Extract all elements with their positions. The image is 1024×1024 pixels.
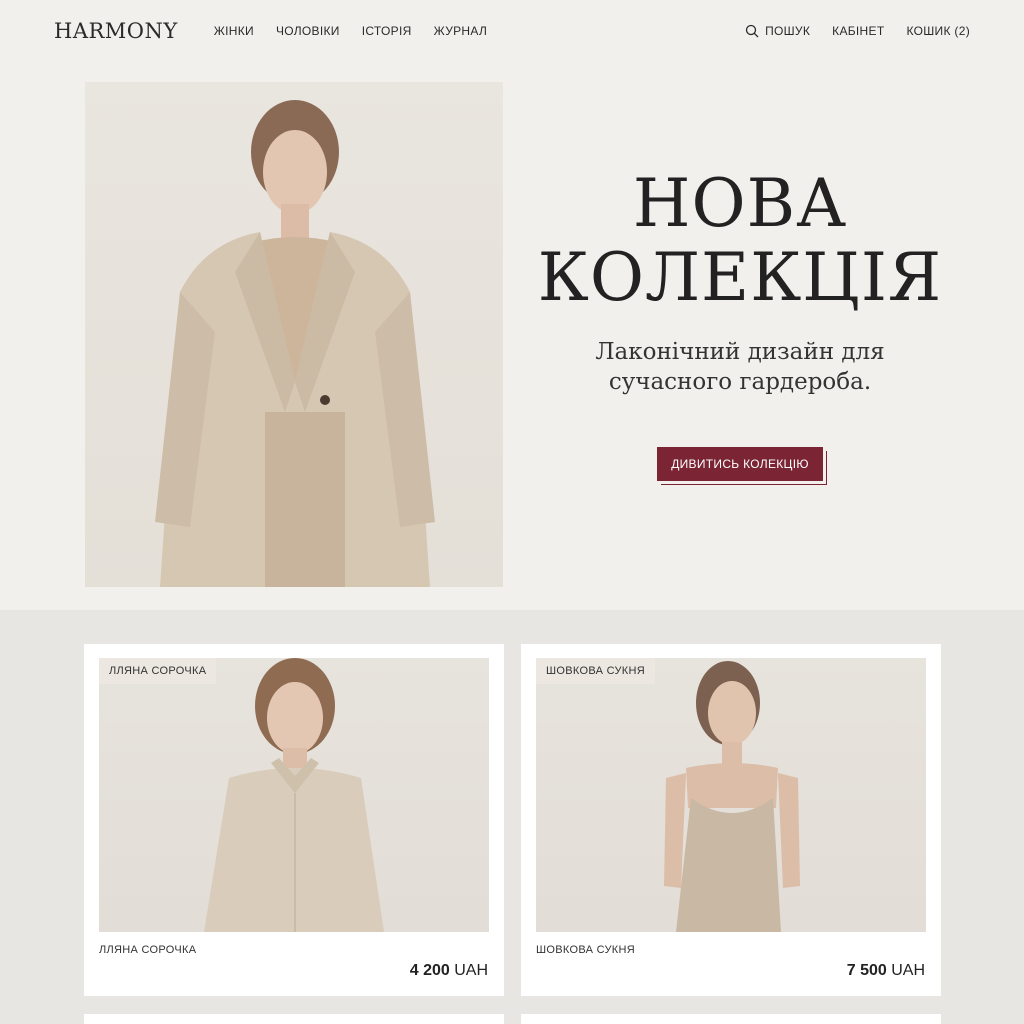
cart-label: КОШИК [906,24,951,38]
product-image[interactable]: ШОВКОВА СУКНЯ [536,658,926,932]
hero-section: НОВА КОЛЕКЦІЯ Лаконічний дизайн для суча… [0,62,1024,610]
nav-item-journal[interactable]: ЖУРНАЛ [434,24,488,38]
price-currency: UAH [891,962,925,979]
site-header: HARMONY ЖІНКИ ЧОЛОВІКИ ІСТОРІЯ ЖУРНАЛ ПО… [0,0,1024,62]
hero-image [85,82,503,587]
brand-logo[interactable]: HARMONY [54,19,178,43]
price-value: 7 500 [846,962,887,979]
view-collection-button[interactable]: ДИВИТИСЬ КОЛЕКЦІЮ [657,447,823,481]
model-in-linen-shirt-icon [204,658,384,932]
hero-subtitle: Лаконічний дизайн для сучасного гардероб… [595,339,885,395]
product-name[interactable]: ШОВКОВА СУКНЯ [536,944,635,956]
nav-item-men[interactable]: ЧОЛОВІКИ [276,24,340,38]
hero-text-block: НОВА КОЛЕКЦІЯ Лаконічний дизайн для суча… [530,167,950,481]
product-card-partial [521,1014,941,1024]
model-in-silk-dress-icon [664,661,800,932]
price-currency: UAH [454,962,488,979]
product-badge: ШОВКОВА СУКНЯ [536,658,655,684]
product-price: 4 200 UAH [410,962,488,980]
cart-count: (2) [954,24,970,38]
products-section: ЛЛЯНА СОРОЧКА ЛЛЯНА СОРОЧКА 4 200 UAH ШО… [0,610,1024,1024]
product-price: 7 500 UAH [847,962,925,980]
product-card[interactable]: ЛЛЯНА СОРОЧКА ЛЛЯНА СОРОЧКА 4 200 UAH [84,644,504,996]
search-icon [745,24,759,38]
cart-link[interactable]: КОШИК (2) [906,24,970,38]
search-link[interactable]: ПОШУК [745,24,810,38]
nav-item-women[interactable]: ЖІНКИ [214,24,254,38]
main-nav: ЖІНКИ ЧОЛОВІКИ ІСТОРІЯ ЖУРНАЛ [214,24,487,38]
product-image[interactable]: ЛЛЯНА СОРОЧКА [99,658,489,932]
model-in-beige-coat-icon [155,100,435,587]
product-badge: ЛЛЯНА СОРОЧКА [99,658,217,684]
price-value: 4 200 [409,962,450,979]
hero-title: НОВА КОЛЕКЦІЯ [537,165,943,316]
utility-nav: ПОШУК КАБІНЕТ КОШИК (2) [745,24,970,38]
product-card-partial [84,1014,504,1024]
product-card[interactable]: ШОВКОВА СУКНЯ ШОВКОВА СУКНЯ 7 500 UAH [521,644,941,996]
account-link[interactable]: КАБІНЕТ [832,24,884,38]
nav-item-history[interactable]: ІСТОРІЯ [362,24,412,38]
product-name[interactable]: ЛЛЯНА СОРОЧКА [99,944,196,956]
search-label: ПОШУК [765,24,811,38]
